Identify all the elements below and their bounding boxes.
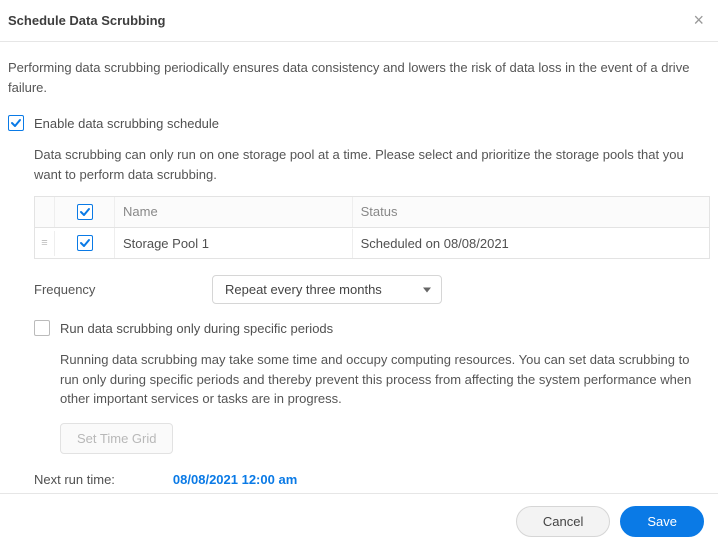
table-header: Name Status <box>35 197 709 228</box>
col-status-header: Status <box>353 197 709 227</box>
enable-section: Data scrubbing can only run on one stora… <box>34 145 710 487</box>
enable-label: Enable data scrubbing schedule <box>34 116 219 131</box>
chevron-down-icon <box>423 287 431 292</box>
frequency-row: Frequency Repeat every three months <box>34 275 710 304</box>
table-row: ≡ Storage Pool 1 Scheduled on 08/08/2021 <box>35 228 709 258</box>
periods-subsection: Running data scrubbing may take some tim… <box>60 350 710 454</box>
dialog-content: Performing data scrubbing periodically e… <box>0 42 718 493</box>
select-all-checkbox[interactable] <box>77 204 93 220</box>
dialog: Schedule Data Scrubbing × Performing dat… <box>0 0 718 549</box>
pool-intro: Data scrubbing can only run on one stora… <box>34 145 710 184</box>
periods-checkbox[interactable] <box>34 320 50 336</box>
dialog-title: Schedule Data Scrubbing <box>8 13 165 28</box>
cancel-button[interactable]: Cancel <box>516 506 610 537</box>
next-run-row: Next run time: 08/08/2021 12:00 am <box>34 472 710 487</box>
save-button[interactable]: Save <box>620 506 704 537</box>
frequency-label: Frequency <box>34 282 204 297</box>
drag-handle-icon[interactable]: ≡ <box>35 231 55 256</box>
next-run-label: Next run time: <box>34 472 115 487</box>
row-name: Storage Pool 1 <box>115 229 353 258</box>
col-check-header <box>55 197 115 227</box>
periods-label: Run data scrubbing only during specific … <box>60 321 333 336</box>
row-check-cell <box>55 228 115 258</box>
enable-checkbox[interactable] <box>8 115 24 131</box>
next-run-value: 08/08/2021 12:00 am <box>173 472 297 487</box>
row-checkbox[interactable] <box>77 235 93 251</box>
frequency-selected: Repeat every three months <box>225 282 382 297</box>
titlebar: Schedule Data Scrubbing × <box>0 0 718 42</box>
col-name-header: Name <box>115 197 353 227</box>
intro-text: Performing data scrubbing periodically e… <box>8 58 710 97</box>
set-time-grid-button[interactable]: Set Time Grid <box>60 423 173 454</box>
close-icon[interactable]: × <box>693 10 704 31</box>
pool-table: Name Status ≡ Storage Pool 1 Scheduled o… <box>34 196 710 259</box>
periods-row: Run data scrubbing only during specific … <box>34 320 710 336</box>
row-status: Scheduled on 08/08/2021 <box>353 229 709 258</box>
enable-row: Enable data scrubbing schedule <box>8 115 710 131</box>
periods-description: Running data scrubbing may take some tim… <box>60 350 710 409</box>
col-handle-header <box>35 197 55 227</box>
frequency-select[interactable]: Repeat every three months <box>212 275 442 304</box>
dialog-footer: Cancel Save <box>0 493 718 549</box>
